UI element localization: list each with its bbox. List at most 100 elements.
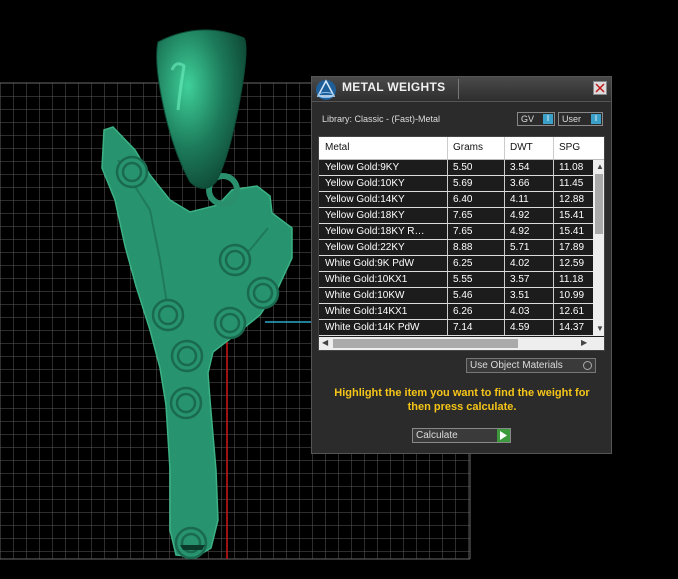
table-cell: Yellow Gold:18KY [325, 210, 405, 221]
column-divider [447, 224, 448, 239]
column-header-dwt[interactable]: DWT [510, 142, 533, 153]
table-cell: Yellow Gold:18KY R… [325, 226, 425, 237]
table-row[interactable]: White Gold:9K PdW 6.25 4.02 12.59 [319, 256, 593, 272]
column-divider [447, 320, 448, 335]
user-toggle[interactable]: User I [558, 112, 603, 126]
table-cell: Yellow Gold:14KY [325, 194, 405, 205]
table-cell: 12.59 [559, 258, 585, 269]
column-divider [447, 176, 448, 191]
gv-toggle[interactable]: GV I [517, 112, 555, 126]
column-header-spg[interactable]: SPG [559, 142, 580, 153]
column-divider [504, 256, 505, 271]
gv-label: GV [521, 114, 535, 124]
table-cell: 7.65 [453, 226, 473, 237]
scroll-up-icon[interactable]: ▲ [596, 163, 604, 171]
library-label: Library: Classic - (Fast)-Metal [322, 114, 441, 124]
column-divider [504, 208, 505, 223]
table-cell: 4.02 [510, 258, 530, 269]
table-cell: Yellow Gold:22KY [325, 242, 405, 253]
table-cell: 5.71 [510, 242, 530, 253]
calculate-label: Calculate [416, 430, 458, 441]
scroll-right-icon[interactable]: ▶ [581, 339, 587, 347]
user-label: User [562, 114, 582, 124]
table-row[interactable]: Yellow Gold:18KY R… 7.65 4.92 15.41 [319, 224, 593, 240]
column-divider [447, 304, 448, 319]
table-cell: White Gold:14KX1 [325, 306, 408, 317]
table-cell: 11.08 [559, 162, 584, 173]
column-divider [504, 192, 505, 207]
table-cell: 5.46 [453, 290, 473, 301]
table-row[interactable]: Yellow Gold:18KY 7.65 4.92 15.41 [319, 208, 593, 224]
table-row[interactable]: Yellow Gold:22KY 8.88 5.71 17.89 [319, 240, 593, 256]
table-cell: 3.54 [510, 162, 530, 173]
table-cell: 8.88 [453, 242, 473, 253]
column-divider [553, 192, 554, 207]
column-divider [553, 224, 554, 239]
panel-title: METAL WEIGHTS [342, 80, 446, 94]
table-cell: 4.92 [510, 210, 530, 221]
column-divider [553, 240, 554, 255]
table-cell: Yellow Gold:9KY [325, 162, 400, 173]
table-cell: 5.50 [453, 162, 473, 173]
table-cell: White Gold:14K PdW [325, 322, 420, 333]
vertical-scroll-thumb[interactable] [595, 174, 603, 234]
column-divider [553, 304, 554, 319]
table-cell: 11.45 [559, 178, 584, 189]
column-divider [504, 288, 505, 303]
table-cell: 4.11 [510, 194, 529, 205]
table-row[interactable]: White Gold:14KX1 6.26 4.03 12.61 [319, 304, 593, 320]
column-divider [447, 288, 448, 303]
table-cell: 3.66 [510, 178, 530, 189]
close-icon [595, 83, 605, 93]
table-row[interactable]: White Gold:10KX1 5.55 3.57 11.18 [319, 272, 593, 288]
column-divider [447, 272, 448, 287]
column-divider [504, 160, 505, 175]
user-toggle-indicator: I [591, 114, 601, 124]
table-cell: 6.40 [453, 194, 473, 205]
table-cell: 4.59 [510, 322, 530, 333]
horizontal-scrollbar[interactable]: ◀ ▶ [319, 337, 604, 350]
table-cell: 4.03 [510, 306, 530, 317]
column-divider [504, 320, 505, 335]
app-logo-icon [314, 78, 338, 100]
column-divider [553, 320, 554, 335]
table-cell: 7.14 [453, 322, 473, 333]
table-cell: 4.92 [510, 226, 530, 237]
column-header-grams[interactable]: Grams [453, 142, 483, 153]
column-divider [504, 240, 505, 255]
table-row[interactable]: White Gold:10KW 5.46 3.51 10.99 [319, 288, 593, 304]
close-button[interactable] [593, 81, 607, 95]
table-cell: Yellow Gold:10KY [325, 178, 405, 189]
table-cell: 5.69 [453, 178, 473, 189]
horizontal-scroll-thumb[interactable] [333, 339, 518, 348]
column-divider [504, 224, 505, 239]
panel-titlebar[interactable]: METAL WEIGHTS [312, 77, 611, 102]
table-row[interactable]: Yellow Gold:10KY 5.69 3.66 11.45 [319, 176, 593, 192]
table-cell: 3.57 [510, 274, 530, 285]
radio-icon[interactable] [583, 361, 592, 370]
table-header: Metal Grams DWT SPG [319, 137, 604, 160]
column-divider [447, 256, 448, 271]
table-cell: 10.99 [559, 290, 585, 301]
scroll-left-icon[interactable]: ◀ [322, 339, 328, 347]
column-divider [504, 176, 505, 191]
calculate-button[interactable]: Calculate [412, 428, 511, 443]
column-divider [553, 208, 554, 223]
column-divider [447, 160, 448, 175]
table-cell: 6.25 [453, 258, 473, 269]
table-row[interactable]: White Gold:14K PdW 7.14 4.59 14.37 [319, 320, 593, 336]
table-body: Yellow Gold:9KY 5.50 3.54 11.08 Yellow Gold:… [319, 160, 593, 336]
scroll-down-icon[interactable]: ▼ [596, 325, 604, 333]
table-cell: 11.18 [559, 274, 584, 285]
metal-weights-panel: METAL WEIGHTS Library: Classic - (Fast)-… [311, 76, 612, 454]
table-row[interactable]: Yellow Gold:14KY 6.40 4.11 12.88 [319, 192, 593, 208]
vertical-scrollbar[interactable]: ▲ ▼ [593, 160, 604, 336]
column-divider [553, 256, 554, 271]
column-divider [504, 304, 505, 319]
table-row[interactable]: Yellow Gold:9KY 5.50 3.54 11.08 [319, 160, 593, 176]
play-arrow-icon[interactable] [497, 429, 510, 442]
column-divider [553, 288, 554, 303]
table-cell: 17.89 [559, 242, 585, 253]
use-object-materials-option[interactable]: Use Object Materials [466, 358, 596, 373]
column-header-metal[interactable]: Metal [325, 142, 349, 153]
